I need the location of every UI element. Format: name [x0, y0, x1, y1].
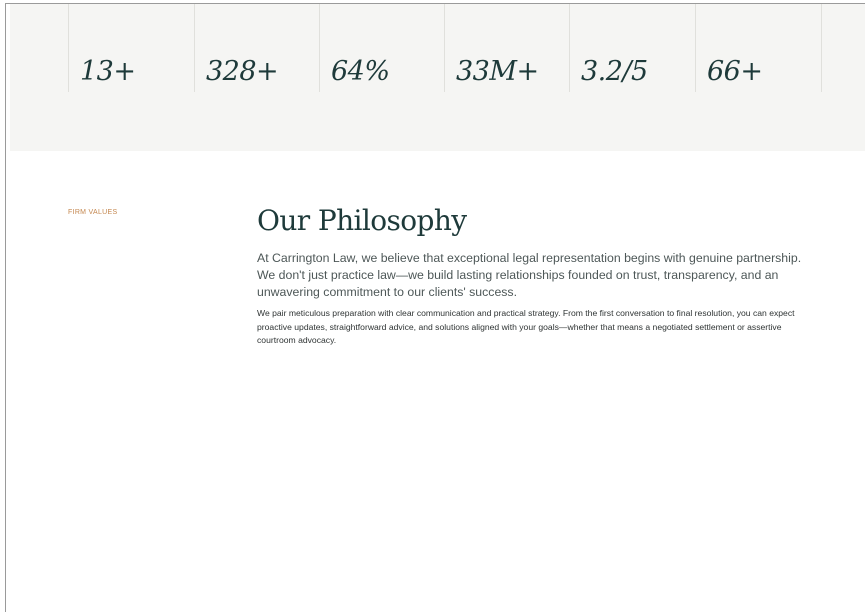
- stat-value: 64%: [331, 56, 390, 87]
- stat-item: 66+: [695, 4, 821, 92]
- stat-value: 66+: [707, 56, 763, 87]
- stat-value: 33M+: [456, 56, 539, 87]
- stat-item: 328+: [194, 4, 319, 92]
- section-title: Our Philosophy: [257, 204, 467, 237]
- stat-item: 33M+: [444, 4, 569, 92]
- stat-value: 3.2/5: [581, 56, 648, 87]
- body-paragraph: We pair meticulous preparation with clea…: [257, 308, 795, 345]
- stat-item: 13+: [68, 4, 194, 92]
- lead-paragraph: At Carrington Law, we believe that excep…: [257, 251, 802, 299]
- stat-divider: [821, 4, 865, 92]
- stat-value: 328+: [206, 56, 279, 87]
- page-frame: 13+ 328+ 64% 33M+ 3.2/5 66+ FIRM VALUES …: [5, 3, 865, 612]
- section-eyebrow: FIRM VALUES: [68, 209, 118, 216]
- stat-item: 64%: [319, 4, 444, 92]
- stats-band: 13+ 328+ 64% 33M+ 3.2/5 66+: [10, 4, 865, 151]
- stat-value: 13+: [80, 56, 136, 87]
- stat-item: 3.2/5: [569, 4, 695, 92]
